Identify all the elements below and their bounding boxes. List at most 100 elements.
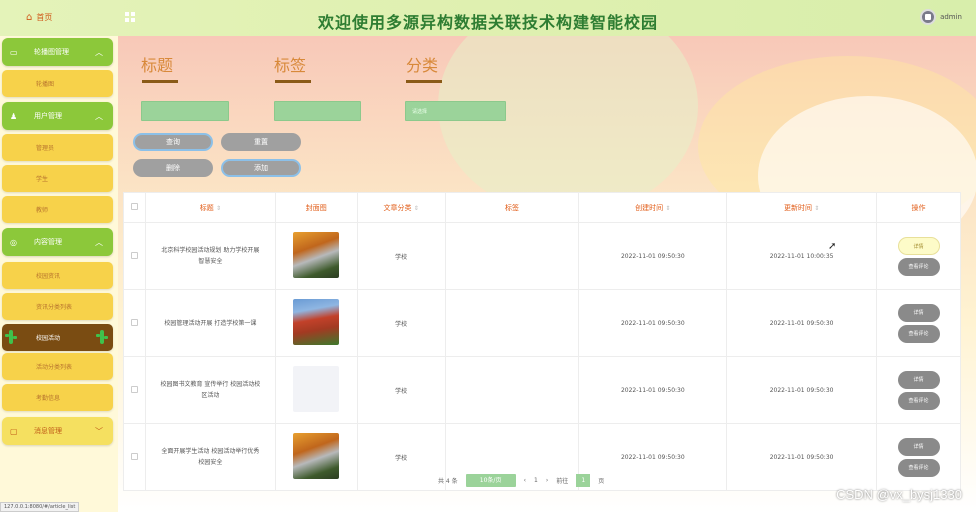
page-number[interactable]: 1 bbox=[534, 477, 538, 484]
app-title: 欢迎使用多源异构数据关联技术构建智能校园 bbox=[317, 13, 658, 32]
select-all-checkbox[interactable] bbox=[123, 192, 146, 223]
watermark: CSDN @vx_bysj1330 bbox=[836, 487, 962, 502]
cell-updated: 2022-11-01 09:50:30 bbox=[726, 289, 877, 357]
cell-tag bbox=[444, 289, 580, 357]
cell-updated: 2022-11-01 09:50:30 bbox=[726, 356, 877, 424]
circle-icon: ◎ bbox=[10, 237, 17, 247]
sort-icon: ⇕ bbox=[814, 204, 820, 212]
sidebar-group-carousel[interactable]: ▭ 轮播图管理 ︿ bbox=[2, 38, 113, 66]
cell-updated: 2022-11-01 09:50:30 bbox=[726, 423, 877, 491]
detail-button[interactable]: 详情 bbox=[897, 370, 940, 389]
cell-tag bbox=[444, 222, 580, 290]
view-comments-button[interactable]: 查看评论 bbox=[897, 458, 940, 477]
sort-icon: ⇕ bbox=[413, 204, 419, 212]
avatar[interactable] bbox=[920, 9, 937, 25]
pagination-total: 共 4 条 bbox=[438, 478, 458, 485]
cell-cover bbox=[274, 423, 358, 491]
filter-tag-label: 标签 bbox=[274, 56, 307, 75]
table-header-row: 标题 ⇕ 封面图 文章分类 ⇕ 标签 创建时间 ⇕ 更新时间 ⇕ 操作 bbox=[123, 192, 961, 223]
cell-title: 校园管理活动开展 打造学校第一课 bbox=[144, 289, 276, 357]
tag-input[interactable] bbox=[274, 101, 361, 121]
column-header-created[interactable]: 创建时间 ⇕ bbox=[578, 192, 728, 223]
table-row: 北京科学校园活动规划 助力学校开展智慧安全 学校 2022-11-01 09:5… bbox=[123, 222, 961, 290]
view-comments-button[interactable]: 查看评论 bbox=[897, 391, 940, 410]
user-icon: ♟ bbox=[10, 111, 18, 121]
goto-input[interactable]: 1 bbox=[576, 474, 591, 487]
monitor-icon: ▭ bbox=[10, 47, 18, 57]
view-comments-button[interactable]: 查看评论 bbox=[897, 257, 940, 276]
chevron-up-icon: ︿ bbox=[95, 237, 103, 247]
divider bbox=[142, 80, 178, 83]
table-row: 校园图书文教育 宣传举行 校园活动校区活动 学校 2022-11-01 09:5… bbox=[123, 356, 961, 424]
detail-button[interactable]: 详情 bbox=[897, 437, 940, 456]
cell-created: 2022-11-01 09:50:30 bbox=[578, 289, 728, 357]
user-menu[interactable]: admin bbox=[920, 9, 962, 25]
cell-actions: 详情 查看评论 bbox=[876, 423, 961, 491]
user-name: admin bbox=[940, 13, 962, 21]
reset-button[interactable]: 重置 bbox=[221, 133, 301, 151]
sidebar-item-attendance[interactable]: 考勤信息 bbox=[2, 384, 113, 411]
sidebar-item-campus-activity[interactable]: 校园活动 bbox=[2, 324, 113, 351]
column-header-category[interactable]: 文章分类 ⇕ bbox=[356, 192, 446, 223]
pagination: 共 4 条 10条/页 ‹ 1 › 前往 1 页 bbox=[438, 474, 604, 487]
row-checkbox[interactable] bbox=[123, 423, 146, 491]
sidebar-group-label: 用户管理 bbox=[34, 112, 62, 120]
cell-category: 学校 bbox=[356, 356, 446, 424]
goto-suffix: 页 bbox=[598, 478, 605, 485]
cover-image[interactable] bbox=[293, 232, 340, 278]
sidebar-group-label: 轮播图管理 bbox=[34, 48, 69, 56]
cell-created: 2022-11-01 09:50:30 bbox=[578, 222, 728, 290]
divider bbox=[406, 80, 442, 83]
cell-updated: 2022-11-01 10:00:35 bbox=[726, 222, 877, 290]
row-checkbox[interactable] bbox=[123, 222, 146, 290]
sidebar-group-content[interactable]: ◎ 内容管理 ︿ bbox=[2, 228, 113, 256]
next-page-button[interactable]: › bbox=[546, 477, 548, 484]
column-header-cover: 封面图 bbox=[274, 192, 358, 223]
detail-button[interactable]: 详情 bbox=[897, 303, 940, 322]
cell-actions: 详情 查看评论 bbox=[876, 356, 961, 424]
chevron-up-icon: ︿ bbox=[95, 111, 103, 121]
message-icon: ▢ bbox=[10, 426, 18, 436]
cell-title: 北京科学校园活动规划 助力学校开展智慧安全 bbox=[144, 222, 276, 290]
view-comments-button[interactable]: 查看评论 bbox=[897, 324, 940, 343]
sidebar-item-teacher[interactable]: 教师 bbox=[2, 196, 113, 223]
filter-category-label: 分类 bbox=[406, 56, 439, 75]
sidebar-group-users[interactable]: ♟ 用户管理 ︿ bbox=[2, 102, 113, 130]
delete-button[interactable]: 删除 bbox=[133, 159, 213, 177]
filter-title-label: 标题 bbox=[141, 56, 174, 75]
cover-image[interactable] bbox=[293, 299, 340, 345]
column-header-actions: 操作 bbox=[876, 192, 961, 223]
cell-cover bbox=[274, 289, 358, 357]
sidebar-item-activity-category[interactable]: 活动分类列表 bbox=[2, 353, 113, 380]
divider bbox=[275, 80, 311, 83]
sidebar-item-news[interactable]: 校园资讯 bbox=[2, 262, 113, 289]
column-header-title[interactable]: 标题 ⇕ bbox=[144, 192, 276, 223]
sidebar-item-student[interactable]: 学生 bbox=[2, 165, 113, 192]
row-checkbox[interactable] bbox=[123, 356, 146, 424]
main-content: 标题 标签 分类 请选择 查询 重置 删除 添加 标题 ⇕ 封面图 文章分类 ⇕… bbox=[118, 36, 976, 512]
sidebar-group-messages[interactable]: ▢ 消息管理 ﹀ bbox=[2, 417, 113, 445]
cell-cover bbox=[274, 356, 358, 424]
cell-actions: 详情 查看评论 bbox=[876, 289, 961, 357]
mouse-cursor-icon: ➚ bbox=[828, 241, 837, 252]
title-input[interactable] bbox=[141, 101, 229, 121]
column-header-updated[interactable]: 更新时间 ⇕ bbox=[726, 192, 877, 223]
cactus-icon bbox=[96, 330, 108, 344]
sidebar-item-admin[interactable]: 管理员 bbox=[2, 134, 113, 161]
prev-page-button[interactable]: ‹ bbox=[524, 477, 526, 484]
cell-actions: 详情 查看评论 bbox=[876, 222, 961, 290]
add-button[interactable]: 添加 bbox=[221, 159, 301, 177]
sort-icon: ⇕ bbox=[215, 204, 222, 212]
sidebar: ▭ 轮播图管理 ︿ 轮播图 ♟ 用户管理 ︿ 管理员 学生 教师 ◎ 内容管理 … bbox=[0, 36, 118, 512]
row-checkbox[interactable] bbox=[123, 289, 146, 357]
search-button[interactable]: 查询 bbox=[133, 133, 213, 151]
column-header-tag: 标签 bbox=[444, 192, 580, 223]
cover-image[interactable] bbox=[293, 433, 340, 479]
sidebar-item-carousel[interactable]: 轮播图 bbox=[2, 70, 113, 97]
detail-button[interactable]: 详情 bbox=[897, 236, 940, 255]
cover-image[interactable] bbox=[293, 366, 340, 412]
page-size-select[interactable]: 10条/页 bbox=[465, 474, 516, 487]
sidebar-item-news-category[interactable]: 资讯分类列表 bbox=[2, 293, 113, 320]
category-select[interactable]: 请选择 bbox=[405, 101, 506, 121]
cell-tag bbox=[444, 356, 580, 424]
